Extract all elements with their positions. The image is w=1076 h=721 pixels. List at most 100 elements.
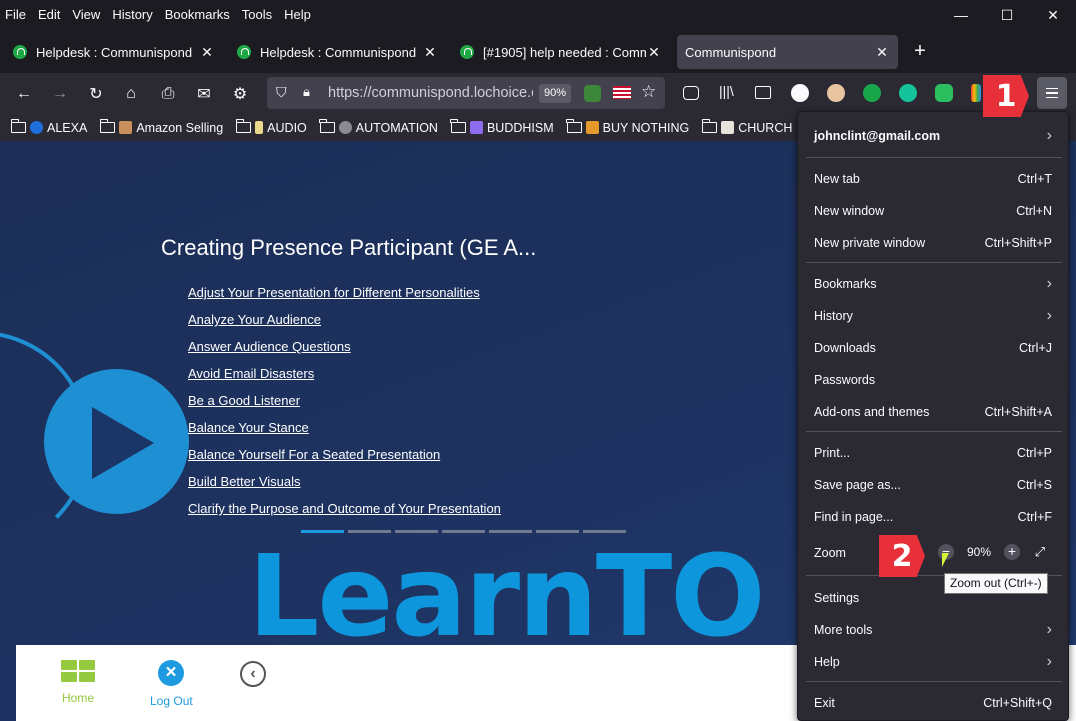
check-extension-icon[interactable]: [863, 84, 881, 102]
lesson-link[interactable]: Avoid Email Disasters: [188, 365, 501, 392]
menu-item-print[interactable]: Print... Ctrl+P: [814, 443, 1052, 463]
bookmark-folder-automation[interactable]: AUTOMATION: [319, 119, 438, 135]
menu-item-history[interactable]: History ›: [814, 306, 1052, 326]
logout-link[interactable]: Log Out: [150, 694, 193, 708]
account-item[interactable]: johnclint@gmail.com ›: [814, 126, 1052, 146]
colorful-extension-icon[interactable]: [971, 84, 981, 102]
bookmark-folder-church[interactable]: CHURCH: [701, 119, 792, 135]
menu-item-new-tab[interactable]: New tab Ctrl+T: [814, 169, 1052, 189]
menu-history[interactable]: History: [106, 4, 158, 26]
bookmark-folder-alexa[interactable]: ALEXA: [10, 119, 87, 135]
tab-helpdesk-2[interactable]: Helpdesk : Communispond ✕: [229, 35, 446, 69]
zoom-label: Zoom: [814, 543, 874, 563]
zoom-indicator[interactable]: 90%: [539, 84, 571, 103]
menu-item-save-page[interactable]: Save page as... Ctrl+S: [814, 475, 1052, 495]
menu-item-downloads[interactable]: Downloads Ctrl+J: [814, 338, 1052, 358]
shield-icon[interactable]: ⛉: [276, 84, 287, 101]
learnto-logo: LearnTO: [248, 532, 765, 662]
home-icon[interactable]: ⌂: [118, 81, 144, 107]
reload-icon[interactable]: ↻: [83, 81, 109, 107]
forward-icon[interactable]: →: [47, 81, 73, 107]
close-tab-icon[interactable]: ✕: [199, 44, 215, 61]
us-flag-icon[interactable]: [613, 86, 631, 99]
menu-item-help[interactable]: Help ›: [814, 652, 1052, 672]
close-tab-icon[interactable]: ✕: [422, 44, 438, 61]
zoom-in-button[interactable]: +: [1004, 544, 1020, 560]
back-icon[interactable]: ←: [11, 81, 37, 107]
logout-icon[interactable]: ×: [158, 660, 184, 686]
print-icon[interactable]: ⎙: [155, 81, 181, 107]
back-arrow-icon[interactable]: ‹: [240, 661, 266, 687]
tab-help-needed[interactable]: [#1905] help needed : Commun ✕: [452, 35, 670, 69]
grammarly-icon[interactable]: [899, 84, 917, 102]
url-bar[interactable]: ⛉ 🔒︎ https://communispond.lochoice.co 90…: [267, 77, 665, 109]
lesson-link[interactable]: Balance Your Stance: [188, 419, 501, 446]
lesson-link[interactable]: Adjust Your Presentation for Different P…: [188, 284, 501, 311]
new-tab-button[interactable]: +: [908, 41, 932, 62]
folder-icon: [319, 119, 335, 133]
menu-help[interactable]: Help: [278, 4, 317, 26]
menu-bookmarks[interactable]: Bookmarks: [159, 4, 236, 26]
bookmark-folder-audio[interactable]: AUDIO: [235, 119, 307, 135]
menu-item-passwords[interactable]: Passwords: [814, 370, 1052, 390]
lesson-link[interactable]: Balance Yourself For a Seated Presentati…: [188, 446, 501, 473]
bookmark-folder-buy-nothing[interactable]: BUY NOTHING: [566, 119, 689, 135]
lesson-link[interactable]: Answer Audience Questions: [188, 338, 501, 365]
menu-item-label: New window: [814, 204, 885, 218]
close-tab-icon[interactable]: ✕: [874, 44, 890, 61]
fullscreen-icon[interactable]: ⤢: [1032, 544, 1048, 560]
menu-tools[interactable]: Tools: [236, 4, 278, 26]
tab-helpdesk-1[interactable]: Helpdesk : Communispond ✕: [5, 35, 223, 69]
info-extension-icon[interactable]: [791, 84, 809, 102]
sidebar-icon[interactable]: [755, 86, 771, 99]
mail-icon[interactable]: ✉: [191, 81, 217, 107]
pocket-icon[interactable]: [683, 86, 699, 100]
menu-item-label: Bookmarks: [814, 277, 877, 291]
library-icon[interactable]: |||\: [719, 83, 737, 101]
zoom-reset-button[interactable]: 90%: [954, 545, 1004, 559]
menu-item-find-in-page[interactable]: Find in page... Ctrl+F: [814, 507, 1052, 527]
settings-gear-icon[interactable]: ⚙: [227, 81, 253, 107]
menu-item-new-private-window[interactable]: New private window Ctrl+Shift+P: [814, 233, 1052, 253]
close-tab-icon[interactable]: ✕: [646, 44, 662, 61]
zoom-controls: − 90% + ⤢: [938, 544, 1048, 560]
tab-title: Helpdesk : Communispond: [260, 44, 417, 60]
star-bookmark-icon[interactable]: ☆: [641, 82, 656, 102]
maximize-button[interactable]: ☐: [984, 0, 1030, 30]
tab-title: Helpdesk : Communispond: [36, 44, 193, 60]
bookmark-folder-buddhism[interactable]: BUDDHISM: [450, 119, 554, 135]
home-grid-icon[interactable]: [61, 660, 95, 682]
lesson-link[interactable]: Be a Good Listener: [188, 392, 501, 419]
hamburger-menu-button[interactable]: [1037, 77, 1067, 109]
lesson-link[interactable]: Clarify the Purpose and Outcome of Your …: [188, 500, 501, 527]
url-text[interactable]: https://communispond.lochoice.co: [328, 85, 533, 101]
chevron-right-icon: ›: [1046, 621, 1052, 638]
profile-extension-icon[interactable]: [827, 84, 845, 102]
play-icon[interactable]: [44, 369, 189, 514]
lesson-link[interactable]: Build Better Visuals: [188, 473, 501, 500]
course-title: Creating Presence Participant (GE A...: [161, 235, 537, 260]
lock-icon[interactable]: 🔒︎: [303, 84, 310, 100]
menu-item-bookmarks[interactable]: Bookmarks ›: [814, 274, 1052, 294]
nodejs-icon[interactable]: [584, 85, 601, 102]
close-window-button[interactable]: ✕: [1030, 0, 1076, 30]
home-link[interactable]: Home: [62, 691, 94, 705]
bookmark-label: AUTOMATION: [355, 120, 438, 135]
menu-item-more-tools[interactable]: More tools ›: [814, 620, 1052, 640]
browser-window: File Edit View History Bookmarks Tools H…: [0, 0, 1076, 721]
account-email: johnclint@gmail.com: [814, 129, 941, 143]
bookmark-folder-amazon-selling[interactable]: Amazon Selling: [99, 119, 223, 135]
alexa-icon: [30, 121, 43, 134]
menu-view[interactable]: View: [66, 4, 106, 26]
tab-communispond[interactable]: Communispond ✕: [677, 35, 898, 69]
menu-item-label: Find in page...: [814, 510, 894, 524]
menu-item-exit[interactable]: Exit Ctrl+Shift+Q: [814, 693, 1052, 713]
menu-divider: [806, 157, 1062, 158]
menu-item-addons[interactable]: Add-ons and themes Ctrl+Shift+A: [814, 402, 1052, 422]
lesson-link[interactable]: Analyze Your Audience: [188, 311, 501, 338]
menu-edit[interactable]: Edit: [32, 4, 66, 26]
minimize-button[interactable]: —: [938, 0, 984, 30]
evernote-icon[interactable]: [935, 84, 953, 102]
menu-file[interactable]: File: [0, 4, 32, 26]
menu-item-new-window[interactable]: New window Ctrl+N: [814, 201, 1052, 221]
